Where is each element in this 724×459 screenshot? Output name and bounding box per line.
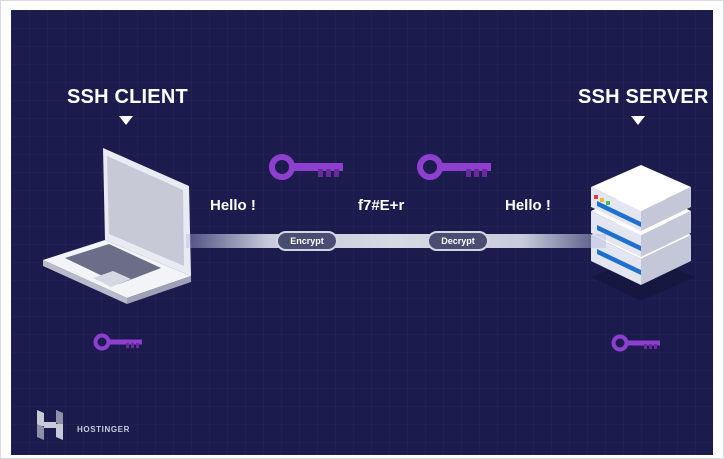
- server-arrow-down-icon: [631, 116, 645, 125]
- brand-name: HOSTINGER: [77, 425, 130, 434]
- encrypted-tunnel: [186, 234, 606, 248]
- hostinger-logo-icon: [37, 410, 63, 440]
- plaintext-right: Hello !: [505, 197, 551, 214]
- ciphertext: f7#E+r: [358, 197, 405, 214]
- encrypt-pill: Encrypt: [276, 231, 338, 251]
- diagram-canvas: SSH CLIENT SSH SERVER Encrypt Decrypt He…: [11, 10, 713, 455]
- decrypt-key-icon: [417, 154, 491, 180]
- server-key-icon: [611, 334, 660, 352]
- figure-frame: SSH CLIENT SSH SERVER Encrypt Decrypt He…: [0, 0, 724, 459]
- decrypt-pill: Decrypt: [427, 231, 489, 251]
- client-key-icon: [93, 333, 142, 351]
- laptop-icon: [41, 148, 191, 304]
- client-title: SSH CLIENT: [67, 86, 188, 108]
- server-title: SSH SERVER: [578, 86, 709, 108]
- plaintext-left: Hello !: [210, 197, 256, 214]
- encrypt-key-icon: [269, 154, 343, 180]
- client-arrow-down-icon: [119, 116, 133, 125]
